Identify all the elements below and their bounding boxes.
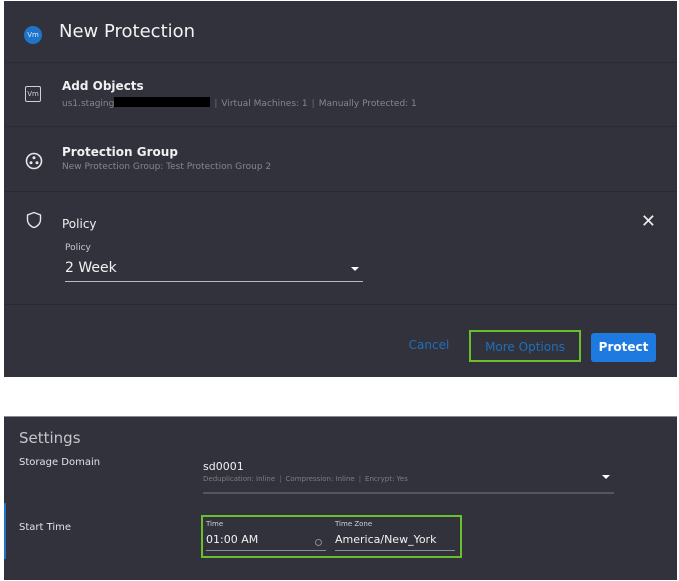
encrypt-detail: Encrypt: Yes [365,475,408,483]
step-title: Policy [62,217,97,231]
dialog-title: New Protection [59,21,196,42]
step-subtitle: us1.staging | Virtual Machines: 1 | Manually… [62,97,417,109]
chevron-down-icon [602,475,610,479]
start-time-fields: Time 01:00 AM Time Zone America/New_York [201,515,462,558]
dialog-header: Vm New Protection [4,1,677,63]
timezone-field-label: Time Zone [335,520,373,528]
start-time-label: Start Time [19,522,72,533]
manual-count: Manually Protected: 1 [318,99,417,109]
start-time-row: Start Time Time 01:00 AM Time Zone Ameri… [4,503,677,581]
step-policy: Policy ✕ Policy 2 Week [4,193,677,305]
policy-select[interactable]: 2 Week [65,257,363,282]
policy-select-value: 2 Week [65,260,117,276]
vm-badge-icon: Vm [24,26,42,44]
dialog-footer: Cancel More Options Protect [4,306,677,377]
redacted-block [114,97,211,107]
step-title: Protection Group [62,145,178,159]
step-title: Add Objects [62,79,144,93]
timezone-input[interactable]: America/New_York [335,533,455,551]
vm-icon: Vm [25,86,41,102]
dedup-detail: Deduplication: Inline [203,475,276,483]
cancel-button[interactable]: Cancel [404,330,454,362]
time-field-label: Time [206,520,224,528]
vm-count: Virtual Machines: 1 [221,99,308,109]
step-protection-group[interactable]: Protection Group New Protection Group: T… [4,128,677,192]
chevron-down-icon [351,267,359,271]
time-value: 01:00 AM [206,533,259,546]
clock-icon[interactable] [315,539,322,546]
more-options-button[interactable]: More Options [469,330,581,362]
row-active-indicator [4,503,6,559]
settings-panel: Settings Storage Domain sd0001 Deduplica… [4,416,677,580]
compression-detail: Compression: Inline [285,475,355,483]
storage-domain-select[interactable]: sd0001 Deduplication: Inline | Compression… [203,460,614,494]
timezone-value: America/New_York [335,533,437,546]
new-protection-dialog: Vm New Protection Vm Add Objects us1.sta… [4,1,677,377]
step-add-objects[interactable]: Vm Add Objects us1.staging | Virtual Machi… [4,64,677,127]
storage-domain-details: Deduplication: Inline | Compression: Inlin… [203,475,408,483]
shield-icon [26,211,42,229]
storage-domain-value: sd0001 [203,460,244,473]
settings-title: Settings [19,429,81,447]
close-icon[interactable]: ✕ [641,211,656,232]
time-input[interactable]: 01:00 AM [206,533,326,551]
source-name: us1.staging [62,99,115,109]
protect-button[interactable]: Protect [591,333,656,362]
storage-domain-label: Storage Domain [19,457,101,468]
step-subtitle: New Protection Group: Test Protection Gr… [62,162,272,172]
protection-group-icon [25,152,43,170]
policy-field-label: Policy [65,243,91,253]
